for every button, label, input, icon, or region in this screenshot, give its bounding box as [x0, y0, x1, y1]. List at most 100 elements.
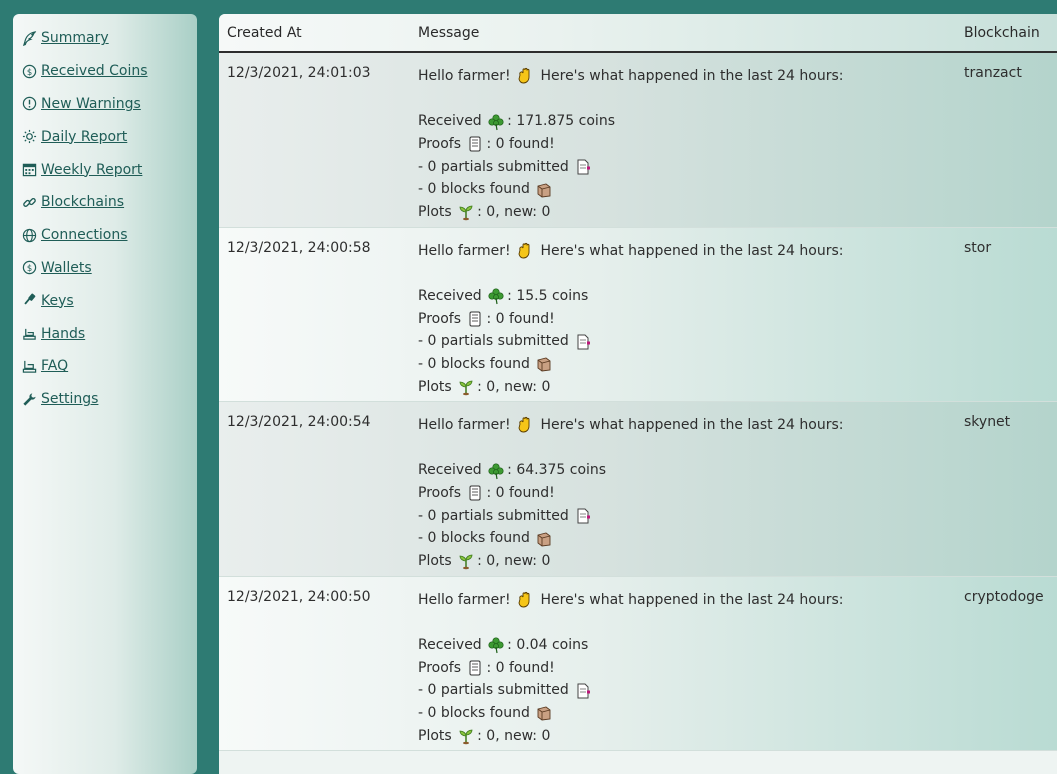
blockchain-cell: cryptodoge [964, 588, 1044, 605]
waving-hand-icon [516, 67, 535, 85]
clover-icon [487, 462, 506, 480]
table-row[interactable]: 12/3/2021, 24:00:50 Hello farmer! Here's… [219, 576, 1057, 751]
received-value: : 0.04 coins [507, 636, 589, 653]
greeting-text: Hello farmer! [418, 68, 511, 84]
column-header-created-at[interactable]: Created At [227, 25, 302, 41]
proofs-value: : 0 found! [486, 485, 555, 502]
sidebar-item-label[interactable]: Keys [41, 293, 74, 309]
page-icon [574, 333, 593, 351]
seedling-icon [457, 552, 476, 570]
sidebar-item-label[interactable]: Blockchains [41, 194, 124, 210]
sidebar-item-label[interactable]: Connections [41, 227, 128, 243]
sidebar-item-faq[interactable]: FAQ [22, 350, 197, 383]
column-header-blockchain[interactable]: Blockchain [964, 25, 1040, 41]
received-label: Received [418, 113, 482, 130]
link-icon [22, 195, 37, 210]
sidebar-item-new-warnings[interactable]: New Warnings [22, 88, 197, 121]
proofs-label: Proofs [418, 136, 461, 153]
plots-value: : 0, new: 0 [477, 727, 551, 744]
message-cell: Hello farmer! Here's what happened in th… [418, 65, 843, 224]
proofs-value: : 0 found! [486, 659, 555, 676]
clover-icon [487, 287, 506, 305]
svg-text:$: $ [27, 263, 32, 273]
sidebar-item-summary[interactable]: Summary [22, 22, 197, 55]
proofs-value: : 0 found! [486, 310, 555, 327]
sidebar-item-connections[interactable]: Connections [22, 219, 197, 252]
sidebar-item-label[interactable]: Summary [41, 30, 109, 46]
blocks-text: - 0 blocks found [418, 530, 530, 547]
plots-label: Plots [418, 378, 452, 395]
created-at-cell: 12/3/2021, 24:00:54 [227, 414, 371, 430]
seedling-icon [457, 378, 476, 396]
page-icon [574, 682, 593, 700]
received-value: : 64.375 coins [507, 462, 607, 479]
svg-text:$: $ [27, 66, 32, 76]
greeting-text: Hello farmer! [418, 242, 511, 259]
warning-icon [22, 96, 37, 111]
sidebar-item-keys[interactable]: Keys [22, 284, 197, 317]
scroll-icon [466, 659, 485, 677]
sidebar-item-label[interactable]: Settings [41, 391, 98, 407]
sidebar-item-blockchains[interactable]: Blockchains [22, 186, 197, 219]
sidebar-item-wallets[interactable]: $ Wallets [22, 252, 197, 285]
plots-value: : 0, new: 0 [477, 378, 551, 395]
sidebar-item-label[interactable]: Hands [41, 326, 85, 342]
plots-value: : 0, new: 0 [477, 553, 551, 570]
block-icon [535, 181, 554, 199]
greeting-tail-text: Here's what happened in the last 24 hour… [540, 68, 844, 84]
blocks-text: - 0 blocks found [418, 355, 530, 372]
partials-text: - 0 partials submitted [418, 158, 569, 175]
plots-label: Plots [418, 553, 452, 570]
blocks-text: - 0 blocks found [418, 704, 530, 721]
key-icon [22, 293, 37, 308]
scroll-icon [466, 484, 485, 502]
sidebar-item-daily-report[interactable]: Daily Report [22, 120, 197, 153]
table-row[interactable]: 12/3/2021, 24:00:58 Hello farmer! Here's… [219, 227, 1057, 402]
scroll-icon [466, 135, 485, 153]
plots-label: Plots [418, 204, 452, 221]
sidebar-item-label[interactable]: Weekly Report [41, 162, 142, 178]
greeting-text: Hello farmer! [418, 417, 511, 433]
table-header: Created At Message Blockchain [219, 14, 1057, 53]
greeting-tail-text: Here's what happened in the last 24 hour… [540, 417, 844, 433]
received-label: Received [418, 636, 482, 653]
blockchain-cell: skynet [964, 414, 1011, 430]
table-row[interactable]: 12/3/2021, 24:00:54 Hello farmer! Here's… [219, 402, 1057, 577]
created-at-cell: 12/3/2021, 24:00:50 [227, 588, 371, 605]
table-row[interactable]: 12/3/2021, 24:01:03 Hello farmer! Here's… [219, 53, 1057, 228]
page-icon [574, 507, 593, 525]
sidebar-item-weekly-report[interactable]: Weekly Report [22, 153, 197, 186]
sidebar-item-label[interactable]: Wallets [41, 260, 92, 276]
message-cell: Hello farmer! Here's what happened in th… [418, 240, 843, 399]
greeting-text: Hello farmer! [418, 591, 511, 608]
sidebar-item-label[interactable]: Received Coins [41, 63, 148, 79]
coin-icon: $ [22, 64, 37, 79]
sidebar-item-label[interactable]: FAQ [41, 358, 68, 374]
sidebar-item-received-coins[interactable]: $ Received Coins [22, 55, 197, 88]
blockchain-cell: tranzact [964, 65, 1022, 81]
waving-hand-icon [516, 242, 535, 260]
proofs-label: Proofs [418, 310, 461, 327]
wrench-icon [22, 392, 37, 407]
sidebar-item-label[interactable]: New Warnings [41, 96, 141, 112]
sidebar-item-settings[interactable]: Settings [22, 383, 197, 416]
received-value: : 171.875 coins [507, 113, 615, 130]
greeting-tail-text: Here's what happened in the last 24 hour… [540, 242, 844, 259]
partials-text: - 0 partials submitted [418, 682, 569, 699]
block-icon [535, 530, 554, 548]
proofs-value: : 0 found! [486, 136, 555, 153]
partials-text: - 0 partials submitted [418, 507, 569, 524]
page-icon [574, 158, 593, 176]
message-cell: Hello farmer! Here's what happened in th… [418, 414, 843, 573]
column-header-message[interactable]: Message [418, 25, 479, 41]
partials-text: - 0 partials submitted [418, 333, 569, 350]
sidebar-item-hands[interactable]: Hands [22, 317, 197, 350]
sidebar-item-label[interactable]: Daily Report [41, 129, 127, 145]
block-icon [535, 704, 554, 722]
faq-icon [22, 359, 37, 374]
seedling-icon [457, 727, 476, 745]
clover-icon [487, 636, 506, 654]
proofs-label: Proofs [418, 659, 461, 676]
table-body: 12/3/2021, 24:01:03 Hello farmer! Here's… [219, 53, 1057, 751]
sidebar-nav: Summary $ Received Coins New Warnings Da… [13, 14, 197, 774]
